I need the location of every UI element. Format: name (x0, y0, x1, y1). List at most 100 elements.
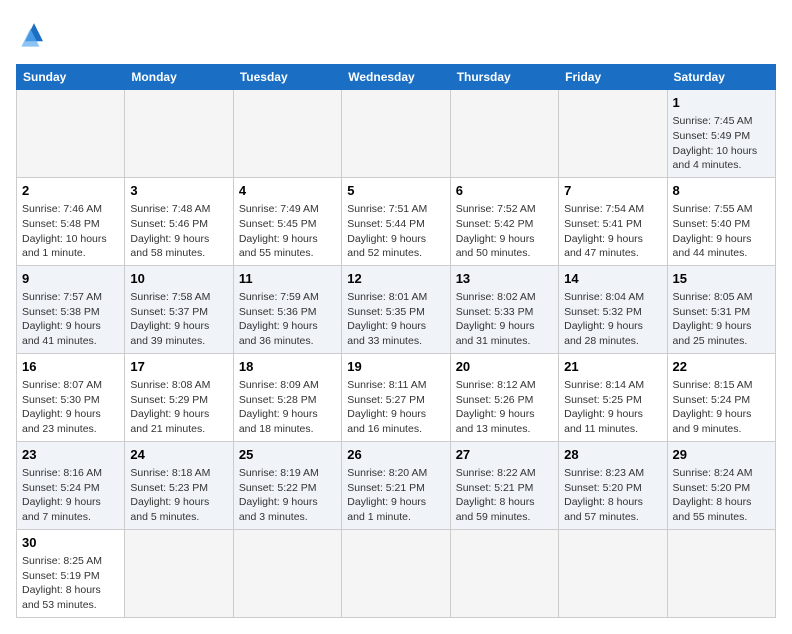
day-info: Sunrise: 7:48 AM Sunset: 5:46 PM Dayligh… (130, 202, 227, 261)
day-number: 3 (130, 182, 227, 200)
calendar-header-cell: Monday (125, 65, 233, 90)
day-number: 27 (456, 446, 553, 464)
calendar-week-row: 2 Sunrise: 7:46 AM Sunset: 5:48 PM Daylig… (17, 177, 776, 265)
calendar-day-cell (233, 90, 341, 178)
calendar-week-row: 1Sunrise: 7:45 AM Sunset: 5:49 PM Daylig… (17, 90, 776, 178)
calendar-day-cell: 20 Sunrise: 8:12 AM Sunset: 5:26 PM Dayli… (450, 353, 558, 441)
calendar-day-cell: 14 Sunrise: 8:04 AM Sunset: 5:32 PM Dayli… (559, 265, 667, 353)
day-number: 16 (22, 358, 119, 376)
day-info: Sunrise: 8:19 AM Sunset: 5:22 PM Dayligh… (239, 466, 336, 525)
day-info: Sunrise: 8:24 AM Sunset: 5:20 PM Dayligh… (673, 466, 770, 525)
day-number: 13 (456, 270, 553, 288)
day-number: 9 (22, 270, 119, 288)
day-number: 23 (22, 446, 119, 464)
day-number: 15 (673, 270, 770, 288)
day-number: 2 (22, 182, 119, 200)
calendar-day-cell: 16Sunrise: 8:07 AM Sunset: 5:30 PM Dayli… (17, 353, 125, 441)
day-number: 11 (239, 270, 336, 288)
calendar-day-cell: 27Sunrise: 8:22 AM Sunset: 5:21 PM Dayli… (450, 441, 558, 529)
day-info: Sunrise: 8:18 AM Sunset: 5:23 PM Dayligh… (130, 466, 227, 525)
day-number: 8 (673, 182, 770, 200)
page-header (16, 16, 776, 52)
calendar-day-cell (342, 529, 450, 617)
day-number: 19 (347, 358, 444, 376)
calendar-header-cell: Sunday (17, 65, 125, 90)
day-number: 20 (456, 358, 553, 376)
day-info: Sunrise: 8:16 AM Sunset: 5:24 PM Dayligh… (22, 466, 119, 525)
calendar-day-cell (125, 529, 233, 617)
calendar-day-cell (342, 90, 450, 178)
calendar-day-cell: 11Sunrise: 7:59 AM Sunset: 5:36 PM Dayli… (233, 265, 341, 353)
day-number: 7 (564, 182, 661, 200)
day-info: Sunrise: 8:04 AM Sunset: 5:32 PM Dayligh… (564, 290, 661, 349)
day-info: Sunrise: 8:09 AM Sunset: 5:28 PM Dayligh… (239, 378, 336, 437)
day-number: 24 (130, 446, 227, 464)
day-info: Sunrise: 7:49 AM Sunset: 5:45 PM Dayligh… (239, 202, 336, 261)
calendar-header-cell: Friday (559, 65, 667, 90)
day-number: 17 (130, 358, 227, 376)
day-number: 21 (564, 358, 661, 376)
calendar-day-cell: 1Sunrise: 7:45 AM Sunset: 5:49 PM Daylig… (667, 90, 775, 178)
day-info: Sunrise: 8:01 AM Sunset: 5:35 PM Dayligh… (347, 290, 444, 349)
logo (16, 16, 58, 52)
day-number: 10 (130, 270, 227, 288)
calendar-day-cell: 29 Sunrise: 8:24 AM Sunset: 5:20 PM Dayli… (667, 441, 775, 529)
day-info: Sunrise: 7:55 AM Sunset: 5:40 PM Dayligh… (673, 202, 770, 261)
calendar-day-cell: 28 Sunrise: 8:23 AM Sunset: 5:20 PM Dayli… (559, 441, 667, 529)
day-info: Sunrise: 8:23 AM Sunset: 5:20 PM Dayligh… (564, 466, 661, 525)
day-info: Sunrise: 8:25 AM Sunset: 5:19 PM Dayligh… (22, 554, 119, 613)
day-info: Sunrise: 8:12 AM Sunset: 5:26 PM Dayligh… (456, 378, 553, 437)
day-number: 14 (564, 270, 661, 288)
calendar-day-cell: 3 Sunrise: 7:48 AM Sunset: 5:46 PM Daylig… (125, 177, 233, 265)
day-info: Sunrise: 8:14 AM Sunset: 5:25 PM Dayligh… (564, 378, 661, 437)
day-number: 25 (239, 446, 336, 464)
calendar-day-cell: 2 Sunrise: 7:46 AM Sunset: 5:48 PM Daylig… (17, 177, 125, 265)
calendar-day-cell (450, 90, 558, 178)
calendar-day-cell: 17 Sunrise: 8:08 AM Sunset: 5:29 PM Dayli… (125, 353, 233, 441)
day-number: 4 (239, 182, 336, 200)
calendar-day-cell: 18Sunrise: 8:09 AM Sunset: 5:28 PM Dayli… (233, 353, 341, 441)
calendar-body: 1Sunrise: 7:45 AM Sunset: 5:49 PM Daylig… (17, 90, 776, 618)
calendar-header-row: SundayMondayTuesdayWednesdayThursdayFrid… (17, 65, 776, 90)
calendar-day-cell (667, 529, 775, 617)
calendar-day-cell: 13 Sunrise: 8:02 AM Sunset: 5:33 PM Dayli… (450, 265, 558, 353)
calendar-week-row: 23 Sunrise: 8:16 AM Sunset: 5:24 PM Dayli… (17, 441, 776, 529)
day-number: 30 (22, 534, 119, 552)
calendar-day-cell: 4 Sunrise: 7:49 AM Sunset: 5:45 PM Daylig… (233, 177, 341, 265)
calendar-day-cell: 23 Sunrise: 8:16 AM Sunset: 5:24 PM Dayli… (17, 441, 125, 529)
calendar-day-cell (17, 90, 125, 178)
day-info: Sunrise: 7:45 AM Sunset: 5:49 PM Dayligh… (673, 114, 770, 173)
day-number: 6 (456, 182, 553, 200)
day-info: Sunrise: 7:46 AM Sunset: 5:48 PM Dayligh… (22, 202, 119, 261)
calendar-day-cell: 26Sunrise: 8:20 AM Sunset: 5:21 PM Dayli… (342, 441, 450, 529)
calendar-day-cell: 10 Sunrise: 7:58 AM Sunset: 5:37 PM Dayli… (125, 265, 233, 353)
calendar-day-cell: 12 Sunrise: 8:01 AM Sunset: 5:35 PM Dayli… (342, 265, 450, 353)
calendar-week-row: 9 Sunrise: 7:57 AM Sunset: 5:38 PM Daylig… (17, 265, 776, 353)
day-info: Sunrise: 7:58 AM Sunset: 5:37 PM Dayligh… (130, 290, 227, 349)
day-number: 22 (673, 358, 770, 376)
calendar-week-row: 30 Sunrise: 8:25 AM Sunset: 5:19 PM Dayli… (17, 529, 776, 617)
calendar-header-cell: Saturday (667, 65, 775, 90)
calendar-day-cell: 15Sunrise: 8:05 AM Sunset: 5:31 PM Dayli… (667, 265, 775, 353)
day-number: 28 (564, 446, 661, 464)
calendar-day-cell: 7 Sunrise: 7:54 AM Sunset: 5:41 PM Daylig… (559, 177, 667, 265)
calendar-week-row: 16Sunrise: 8:07 AM Sunset: 5:30 PM Dayli… (17, 353, 776, 441)
calendar-day-cell (450, 529, 558, 617)
day-number: 12 (347, 270, 444, 288)
day-info: Sunrise: 8:02 AM Sunset: 5:33 PM Dayligh… (456, 290, 553, 349)
day-info: Sunrise: 8:08 AM Sunset: 5:29 PM Dayligh… (130, 378, 227, 437)
calendar-day-cell: 6Sunrise: 7:52 AM Sunset: 5:42 PM Daylig… (450, 177, 558, 265)
day-info: Sunrise: 7:57 AM Sunset: 5:38 PM Dayligh… (22, 290, 119, 349)
day-info: Sunrise: 7:54 AM Sunset: 5:41 PM Dayligh… (564, 202, 661, 261)
calendar-day-cell (559, 529, 667, 617)
calendar-header-cell: Tuesday (233, 65, 341, 90)
calendar-day-cell: 8 Sunrise: 7:55 AM Sunset: 5:40 PM Daylig… (667, 177, 775, 265)
calendar-day-cell (125, 90, 233, 178)
calendar-day-cell (233, 529, 341, 617)
calendar-header-cell: Wednesday (342, 65, 450, 90)
day-info: Sunrise: 8:11 AM Sunset: 5:27 PM Dayligh… (347, 378, 444, 437)
calendar-day-cell: 21 Sunrise: 8:14 AM Sunset: 5:25 PM Dayli… (559, 353, 667, 441)
day-info: Sunrise: 8:15 AM Sunset: 5:24 PM Dayligh… (673, 378, 770, 437)
day-number: 29 (673, 446, 770, 464)
calendar-table: SundayMondayTuesdayWednesdayThursdayFrid… (16, 64, 776, 618)
